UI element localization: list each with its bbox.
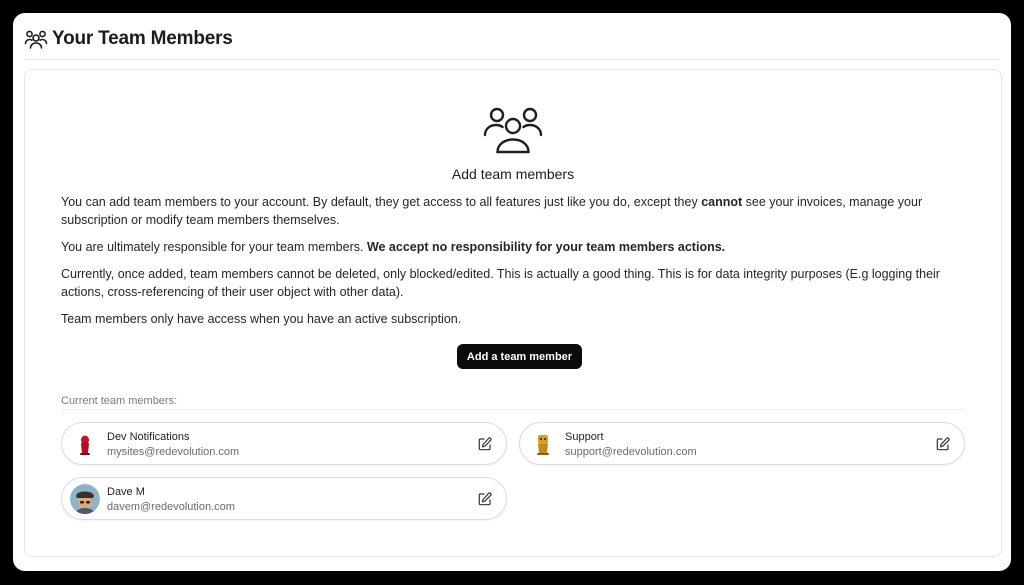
member-name: Support bbox=[565, 431, 604, 443]
app-window: Your Team Members Add team members You c… bbox=[13, 13, 1011, 571]
users-icon bbox=[482, 104, 544, 156]
intro-paragraph-deletion: Currently, once added, team members cann… bbox=[61, 267, 940, 299]
intro-paragraph-subscription: Team members only have access when you h… bbox=[61, 312, 462, 326]
divider bbox=[61, 409, 966, 410]
team-card: Add team members You can add team member… bbox=[24, 69, 1002, 557]
avatar bbox=[528, 429, 558, 459]
intro-paragraph-responsibility: You are ultimately responsible for your … bbox=[61, 240, 726, 254]
member-email: mysites@redevolution.com bbox=[107, 446, 240, 458]
intro-paragraph-access: You can add team members to your account… bbox=[61, 195, 923, 227]
avatar bbox=[70, 484, 100, 514]
page-header: Your Team Members bbox=[24, 26, 1000, 60]
edit-icon[interactable] bbox=[936, 437, 950, 451]
avatar bbox=[70, 429, 100, 459]
add-team-members-heading: Add team members bbox=[451, 166, 575, 182]
current-members-label: Current team members: bbox=[61, 395, 178, 407]
member-name: Dave M bbox=[107, 486, 145, 498]
users-icon bbox=[24, 28, 48, 50]
add-team-member-button[interactable]: Add a team member bbox=[457, 344, 582, 369]
member-name: Dev Notifications bbox=[107, 431, 190, 443]
edit-icon[interactable] bbox=[478, 492, 492, 506]
member-email: support@redevolution.com bbox=[565, 446, 697, 458]
edit-icon[interactable] bbox=[478, 437, 492, 451]
page-title: Your Team Members bbox=[52, 27, 233, 49]
member-card[interactable]: Dev Notifications mysites@redevolution.c… bbox=[61, 422, 507, 465]
member-card[interactable]: Dave M davem@redevolution.com bbox=[61, 477, 507, 520]
member-card[interactable]: Support support@redevolution.com bbox=[519, 422, 965, 465]
member-email: davem@redevolution.com bbox=[107, 501, 235, 513]
